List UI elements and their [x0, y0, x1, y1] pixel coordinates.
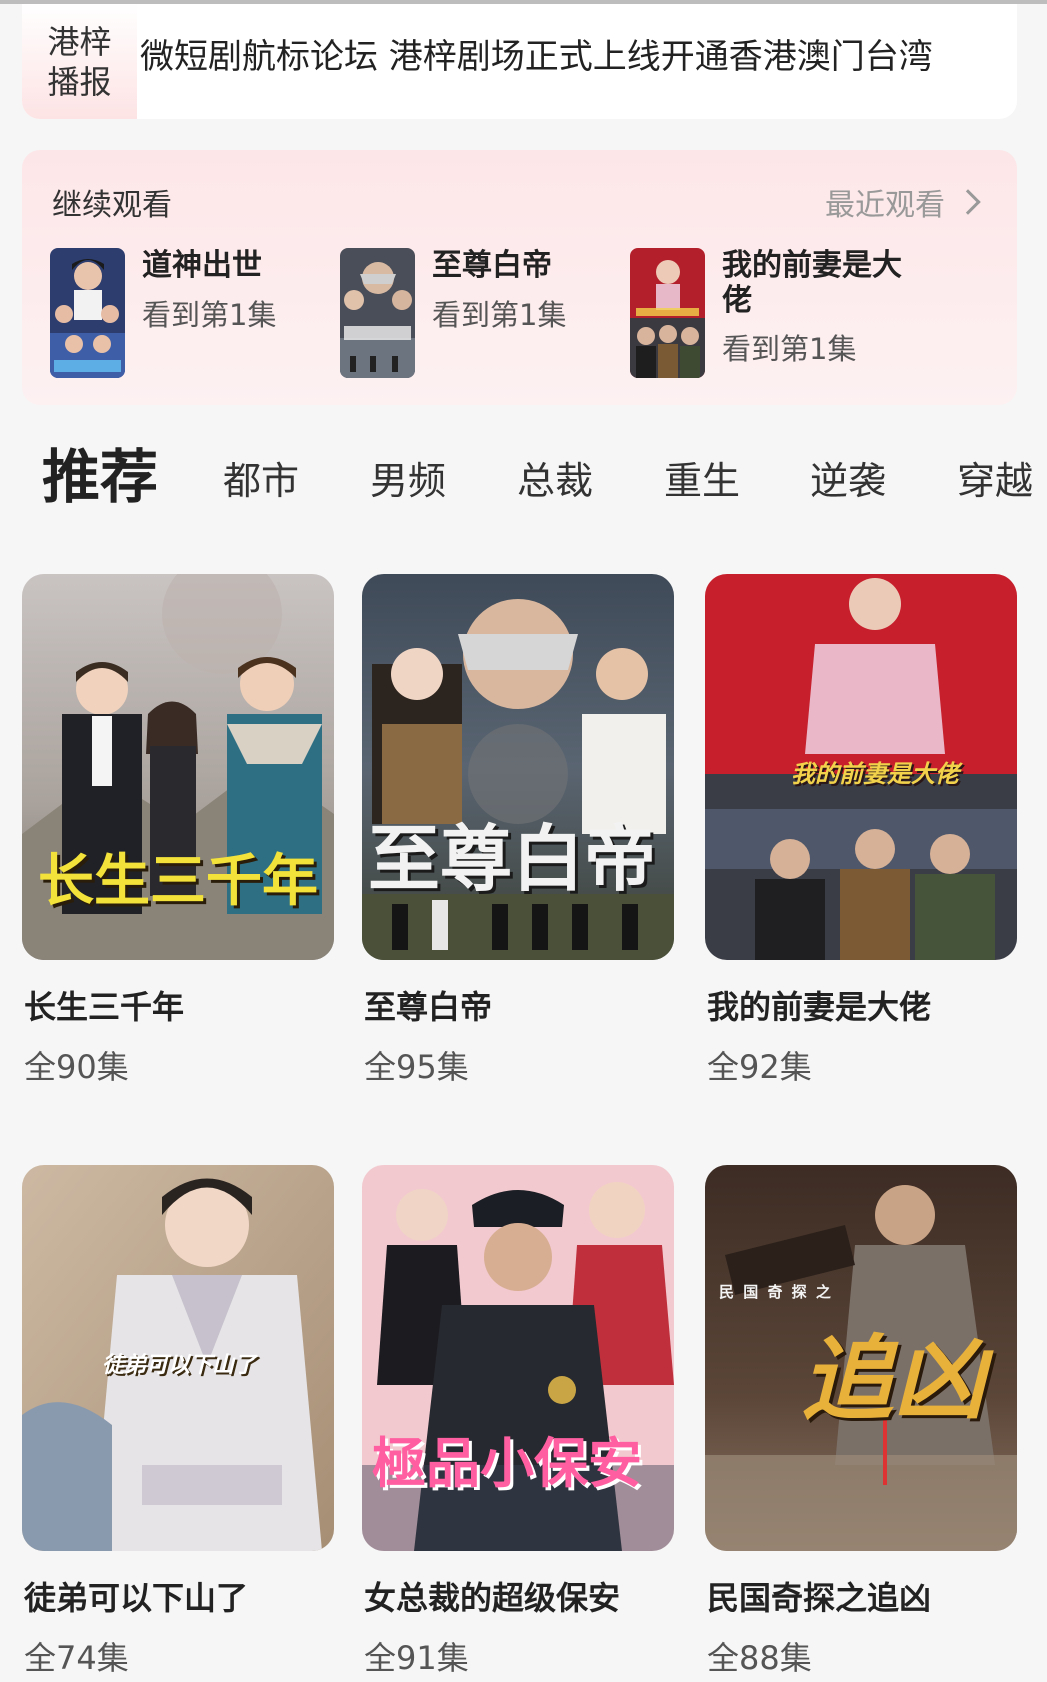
drama-title: 女总裁的超级保安 [364, 1579, 621, 1617]
ticker-badge: 港梓 播报 [22, 4, 137, 119]
drama-poster: 極品小保安 [362, 1165, 674, 1551]
tab-city[interactable]: 都市 [223, 450, 299, 505]
drama-episodes: 全92集 [707, 1048, 812, 1086]
tab-time-travel[interactable]: 穿越 [957, 450, 1033, 505]
continue-item-progress: 看到第1集 [142, 298, 277, 332]
continue-item-title: 道神出世 [142, 248, 262, 283]
ticker-badge-line1: 港梓 [47, 22, 112, 61]
drama-title: 长生三千年 [24, 988, 185, 1026]
drama-poster: 至尊白帝 [362, 574, 674, 960]
drama-episodes: 全90集 [24, 1048, 129, 1086]
poster-subtitle-art: 民 国 奇 探 之 [719, 1283, 833, 1301]
drama-poster: 我的前妻是大佬 [705, 574, 1017, 960]
poster-title-art: 極品小保安 [372, 1431, 642, 1495]
app-screen: { "ticker": { "badge_line1": "港梓", "badg… [0, 0, 1047, 1682]
drama-title: 民国奇探之追凶 [707, 1579, 932, 1617]
poster-title-art: 长生三千年 [38, 848, 318, 914]
recent-watched-link[interactable]: 最近观看 [825, 180, 981, 224]
continue-item[interactable]: 道神出世 看到第1集 [50, 248, 350, 378]
poster-title-art: 至尊白帝 [368, 816, 657, 901]
drama-poster: 徒弟可以下山了 [22, 1165, 334, 1551]
tab-ceo[interactable]: 总裁 [517, 450, 593, 505]
drama-episodes: 全74集 [24, 1639, 129, 1677]
continue-item-progress: 看到第1集 [432, 298, 567, 332]
poster-title-art: 徒弟可以下山了 [102, 1352, 257, 1378]
tab-male[interactable]: 男频 [370, 450, 446, 505]
drama-episodes: 全95集 [364, 1048, 469, 1086]
drama-title: 至尊白帝 [364, 988, 493, 1026]
drama-poster: 长生三千年 [22, 574, 334, 960]
drama-episodes: 全88集 [707, 1639, 812, 1677]
drama-title: 徒弟可以下山了 [24, 1579, 249, 1617]
continue-watching-title: 继续观看 [52, 188, 172, 223]
news-ticker[interactable]: 港梓 播报 微短剧航标论坛 港梓剧场正式上线开通香港澳门台湾 [22, 4, 1017, 119]
tab-rebirth[interactable]: 重生 [664, 450, 740, 505]
category-tabs: 推荐 都市 男频 总裁 重生 逆袭 穿越 [0, 430, 1047, 520]
continue-item[interactable]: 我的前妻是大佬 看到第1集 [630, 248, 930, 378]
poster-title-art: 我的前妻是大佬 [791, 759, 959, 788]
poster-title-art: 追凶 [801, 1325, 986, 1433]
continue-watching-panel: 继续观看 最近观看 道神出世 看到第1集 至尊白帝 看到第1集 我的前妻是大佬 … [22, 150, 1017, 405]
continue-thumbnail [340, 248, 415, 378]
continue-item-progress: 看到第1集 [722, 332, 857, 366]
tab-comeback[interactable]: 逆袭 [810, 450, 886, 505]
chevron-right-icon [955, 189, 981, 215]
drama-poster: 民 国 奇 探 之 追凶 [705, 1165, 1017, 1551]
continue-item[interactable]: 至尊白帝 看到第1集 [340, 248, 640, 378]
ticker-badge-line2: 播报 [47, 62, 112, 101]
continue-thumbnail [630, 248, 705, 378]
drama-episodes: 全91集 [364, 1639, 469, 1677]
continue-thumbnail [50, 248, 125, 378]
tab-recommend[interactable]: 推荐 [42, 430, 158, 514]
continue-item-title: 我的前妻是大佬 [722, 248, 902, 318]
drama-title: 我的前妻是大佬 [707, 988, 932, 1026]
continue-item-title: 至尊白帝 [432, 248, 552, 283]
recent-watched-label: 最近观看 [825, 188, 945, 223]
ticker-headline[interactable]: 微短剧航标论坛 港梓剧场正式上线开通香港澳门台湾 [140, 4, 933, 119]
